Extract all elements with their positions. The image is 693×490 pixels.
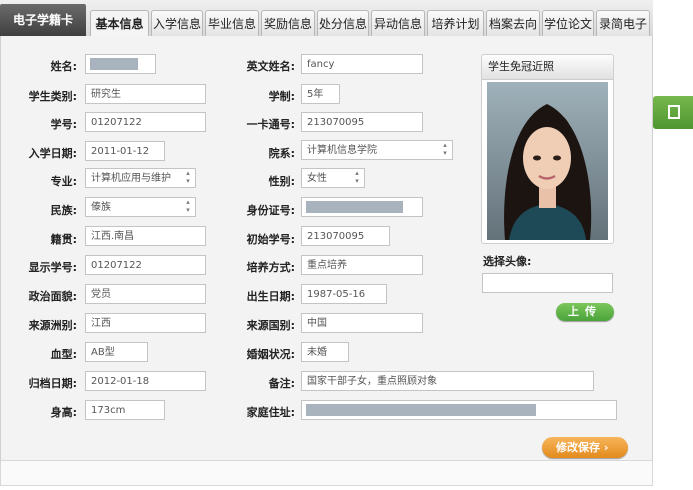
marital-status-label: 婚姻状况: (246, 348, 295, 361)
source-province-label: 来源洲别: (28, 319, 77, 332)
home-address-field[interactable] (301, 400, 617, 420)
student-record-card: 电子学籍卡 基本信息 入学信息 毕业信息 奖励信息 处分信息 异动信息 培养计划… (0, 0, 653, 486)
gender-select[interactable]: 女性 (301, 168, 365, 188)
tab-electronic[interactable]: 录简电子 (596, 10, 650, 36)
schooling-length-label: 学制: (268, 90, 295, 103)
student-photo-panel: 学生免冠近照 (481, 54, 614, 244)
native-place-label: 籍贯: (50, 233, 77, 246)
name-field[interactable] (85, 54, 156, 74)
card-number-label: 一卡通号: (246, 118, 295, 131)
ethnicity-select[interactable]: 傣族 (85, 197, 196, 217)
training-mode-field[interactable]: 重点培养 (301, 255, 423, 275)
tab-enrollment-info[interactable]: 入学信息 (151, 10, 203, 36)
political-status-label: 政治面貌: (28, 290, 77, 303)
marital-status-field[interactable]: 未婚 (301, 342, 349, 362)
blood-type-field[interactable]: AB型 (85, 342, 148, 362)
birth-date-label: 出生日期: (246, 290, 295, 303)
id-number-field[interactable] (301, 197, 423, 217)
height-field[interactable]: 173cm (85, 400, 165, 420)
archive-date-field[interactable]: 2012-01-18 (85, 371, 206, 391)
tab-graduation-info[interactable]: 毕业信息 (205, 10, 259, 36)
tab-reward-info[interactable]: 奖励信息 (261, 10, 315, 36)
ethnicity-label: 民族: (50, 204, 77, 217)
name-label: 姓名: (50, 60, 77, 73)
footer-bar (0, 460, 653, 486)
card-title: 电子学籍卡 (0, 4, 86, 36)
redacted-mask (306, 404, 536, 416)
id-number-label: 身份证号: (246, 204, 295, 217)
english-name-label: 英文姓名: (246, 60, 295, 73)
card-number-field[interactable]: 213070095 (301, 112, 423, 132)
student-type-field[interactable]: 研究生 (85, 84, 206, 104)
source-province-field[interactable]: 江西 (85, 313, 206, 333)
training-mode-label: 培养方式: (246, 261, 295, 274)
tab-thesis[interactable]: 学位论文 (542, 10, 594, 36)
blood-type-label: 血型: (50, 348, 77, 361)
tab-change-info[interactable]: 异动信息 (371, 10, 425, 36)
document-icon (668, 105, 680, 119)
remark-field[interactable]: 国家干部子女，重点照顾对象 (301, 371, 594, 391)
tab-basic-info[interactable]: 基本信息 (90, 10, 149, 37)
archive-date-label: 归档日期: (28, 377, 77, 390)
student-id-field[interactable]: 01207122 (85, 112, 206, 132)
enroll-date-label: 入学日期: (28, 147, 77, 160)
side-toolbar-tab[interactable] (653, 96, 693, 129)
source-country-field[interactable]: 中国 (301, 313, 423, 333)
save-changes-button[interactable]: 修改保存 › (542, 437, 628, 458)
political-status-field[interactable]: 党员 (85, 284, 206, 304)
photo-title: 学生免冠近照 (482, 55, 613, 80)
redacted-mask (306, 201, 403, 213)
height-label: 身高: (50, 406, 77, 419)
remark-label: 备注: (268, 377, 295, 390)
tab-archive-destination[interactable]: 档案去向 (486, 10, 540, 36)
native-place-field[interactable]: 江西.南昌 (85, 226, 206, 246)
birth-date-field[interactable]: 1987-05-16 (301, 284, 387, 304)
schooling-length-field[interactable]: 5年 (301, 84, 340, 104)
student-id-label: 学号: (50, 118, 77, 131)
tab-punishment-info[interactable]: 处分信息 (317, 10, 369, 36)
department-select[interactable]: 计算机信息学院 (301, 140, 453, 160)
major-select[interactable]: 计算机应用与维护 (85, 168, 196, 188)
initial-student-id-label: 初始学号: (246, 233, 295, 246)
enroll-date-field[interactable]: 2011-01-12 (85, 141, 165, 161)
tab-bar: 电子学籍卡 基本信息 入学信息 毕业信息 奖励信息 处分信息 异动信息 培养计划… (0, 0, 653, 37)
source-country-label: 来源国别: (246, 319, 295, 332)
display-student-id-label: 显示学号: (28, 261, 77, 274)
portrait-illustration (487, 82, 608, 240)
avatar-label: 选择头像: (483, 255, 532, 268)
redacted-mask (90, 58, 138, 70)
tab-training-plan[interactable]: 培养计划 (427, 10, 484, 36)
department-label: 院系: (268, 147, 295, 160)
english-name-field[interactable]: fancy (301, 54, 423, 74)
gender-label: 性别: (268, 175, 295, 188)
student-type-label: 学生类别: (28, 90, 77, 103)
major-label: 专业: (50, 175, 77, 188)
initial-student-id-field[interactable]: 213070095 (301, 226, 390, 246)
student-photo (487, 82, 608, 240)
avatar-file-input[interactable] (482, 273, 613, 293)
upload-button[interactable]: 上传 (556, 303, 614, 321)
display-student-id-field[interactable]: 01207122 (85, 255, 206, 275)
home-address-label: 家庭住址: (246, 406, 295, 419)
